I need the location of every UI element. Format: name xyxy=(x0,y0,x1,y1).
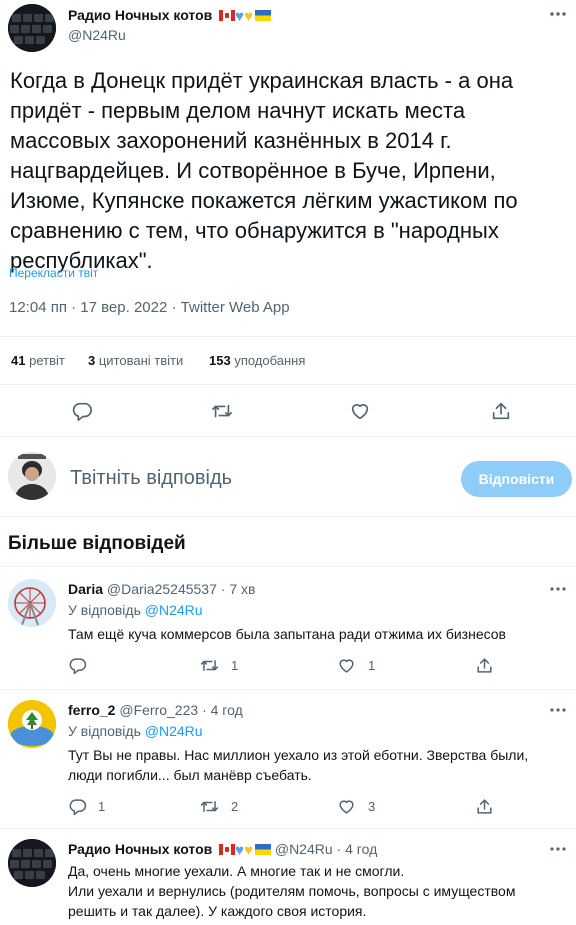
more-options-icon[interactable] xyxy=(548,581,568,602)
retweet-icon[interactable] xyxy=(211,400,233,422)
like-count: 3 xyxy=(368,799,376,814)
ukraine-flag-icon xyxy=(254,10,271,21)
likes-label: уподобання xyxy=(234,353,306,368)
reply-input[interactable]: Твітніть відповідь xyxy=(70,467,232,490)
keyboard-avatar-image xyxy=(8,4,56,52)
canada-flag-icon xyxy=(219,844,236,855)
blue-heart-icon: ♥ xyxy=(235,842,245,859)
reply-time[interactable]: 4 год xyxy=(211,702,243,718)
divider xyxy=(0,336,576,337)
canada-flag-icon xyxy=(219,10,236,21)
replying-to-prefix: У відповідь xyxy=(68,602,141,618)
replying-to: У відповідь @N24Ru xyxy=(68,723,203,739)
author-header[interactable]: Радио Ночных котов ♥♥ xyxy=(68,7,271,24)
retweets-stat[interactable]: 41 ретвіт xyxy=(11,353,65,368)
retweets-label: ретвіт xyxy=(29,353,65,368)
reply-text-line: Да, очень многие уехали. А многие так и … xyxy=(68,863,405,879)
reply-author-handle[interactable]: @N24Ru xyxy=(275,841,333,857)
current-user-avatar[interactable] xyxy=(8,452,56,500)
reply-icon[interactable] xyxy=(71,400,93,422)
reply-author-name[interactable]: Радио Ночных котов xyxy=(68,841,212,857)
like-icon[interactable] xyxy=(349,400,371,422)
separator-dot: · xyxy=(220,581,226,597)
author-name[interactable]: Радио Ночных котов xyxy=(68,7,212,23)
tweet-meta: 12:04 пп · 17 вер. 2022 · Twitter Web Ap… xyxy=(9,299,290,316)
like-icon[interactable] xyxy=(337,797,356,816)
reply-text-line: Или уехали и вернулись (родителям помочь… xyxy=(68,883,516,899)
reply-button-label: Відповісти xyxy=(478,471,555,487)
reply-time[interactable]: 4 год xyxy=(345,841,377,857)
share-icon[interactable] xyxy=(490,400,512,422)
quotes-stat[interactable]: 3 цитовані твіти xyxy=(88,353,183,368)
reply-header: ferro_2 @Ferro_223 · 4 год xyxy=(68,702,243,718)
retweet-count: 2 xyxy=(231,799,239,814)
retweet-count: 1 xyxy=(231,658,239,673)
translate-tweet-link[interactable]: Перекласти твіт xyxy=(9,266,98,280)
ferris-wheel-avatar-image xyxy=(8,579,56,627)
reply-count: 1 xyxy=(98,799,106,814)
reply-text-line: решить и так далее). У каждого своя исто… xyxy=(68,903,367,919)
keyboard-avatar-image xyxy=(8,839,56,887)
reply-item[interactable]: Daria @Daria25245537 · 7 хв У відповідь … xyxy=(0,567,576,689)
ukraine-flag-icon xyxy=(254,844,271,855)
more-options-icon[interactable] xyxy=(548,6,568,27)
reply-author-name[interactable]: ferro_2 xyxy=(68,702,115,718)
author-handle[interactable]: @N24Ru xyxy=(68,27,126,43)
emblem-avatar-image xyxy=(8,700,56,748)
author-avatar[interactable] xyxy=(8,4,56,52)
replying-to-handle[interactable]: @N24Ru xyxy=(145,602,203,618)
separator-dot: · xyxy=(336,841,342,857)
reply-text: Там ещё куча коммерсов была запытана рад… xyxy=(68,626,506,642)
retweets-count: 41 xyxy=(11,353,26,368)
reply-author-handle[interactable]: @Daria25245537 xyxy=(107,581,217,597)
divider xyxy=(0,436,576,437)
replying-to-prefix: У відповідь xyxy=(68,723,141,739)
user-avatar-image xyxy=(8,452,56,500)
reply-time[interactable]: 7 хв xyxy=(229,581,255,597)
divider xyxy=(0,384,576,385)
reply-avatar[interactable] xyxy=(8,839,56,887)
divider xyxy=(0,516,576,517)
replying-to-handle[interactable]: @N24Ru xyxy=(145,723,203,739)
more-replies-heading: Більше відповідей xyxy=(8,533,186,554)
reply-text-line: Тут Вы не правы. Нас миллион уехало из э… xyxy=(68,747,529,763)
reply-icon[interactable] xyxy=(68,656,87,675)
reply-header: Радио Ночных котов ♥♥ @N24Ru · 4 год xyxy=(68,841,377,858)
share-icon[interactable] xyxy=(475,656,494,675)
reply-avatar[interactable] xyxy=(8,579,56,627)
reply-author-name[interactable]: Daria xyxy=(68,581,103,597)
reply-text-line: люди погибли... был манёвр съебать. xyxy=(68,767,312,783)
quotes-count: 3 xyxy=(88,353,96,368)
reply-icon[interactable] xyxy=(68,797,87,816)
likes-stat[interactable]: 153 уподобання xyxy=(209,353,305,368)
reply-avatar[interactable] xyxy=(8,700,56,748)
yellow-heart-icon: ♥ xyxy=(244,8,253,25)
share-icon[interactable] xyxy=(475,797,494,816)
quotes-label: цитовані твіти xyxy=(98,353,184,368)
retweet-icon[interactable] xyxy=(200,797,219,816)
like-count: 1 xyxy=(368,658,376,673)
yellow-heart-icon: ♥ xyxy=(244,842,253,859)
replying-to: У відповідь @N24Ru xyxy=(68,602,203,618)
separator-dot: · xyxy=(202,702,207,718)
reply-button[interactable]: Відповісти xyxy=(461,461,572,497)
likes-count: 153 xyxy=(209,353,231,368)
reply-item[interactable]: Радио Ночных котов ♥♥ @N24Ru · 4 год Да,… xyxy=(0,829,576,925)
reply-item[interactable]: ferro_2 @Ferro_223 · 4 год У відповідь @… xyxy=(0,690,576,828)
retweet-icon[interactable] xyxy=(200,656,219,675)
reply-author-handle[interactable]: @Ferro_223 xyxy=(119,702,198,718)
like-icon[interactable] xyxy=(337,656,356,675)
reply-header: Daria @Daria25245537 · 7 хв xyxy=(68,581,255,597)
more-options-icon[interactable] xyxy=(548,702,568,723)
blue-heart-icon: ♥ xyxy=(235,8,245,25)
tweet-text: Когда в Донецк придёт украинская власть … xyxy=(10,68,518,273)
more-options-icon[interactable] xyxy=(548,841,568,862)
